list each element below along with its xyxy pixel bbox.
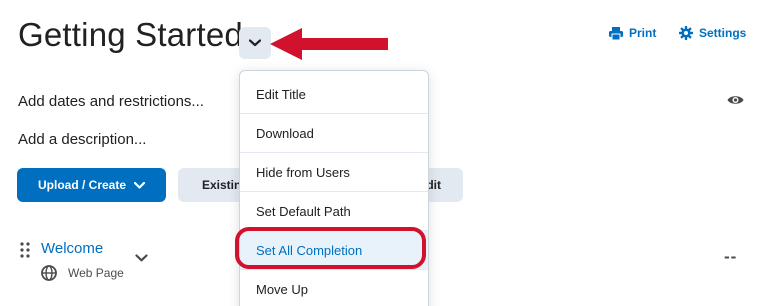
upload-create-label: Upload / Create (37, 178, 127, 192)
eye-icon[interactable] (727, 94, 744, 106)
settings-label: Settings (699, 26, 747, 40)
settings-button[interactable]: Settings (679, 26, 746, 40)
drag-handle-icon[interactable] (20, 242, 30, 258)
annotation-arrow (270, 28, 388, 60)
add-dates-link[interactable]: Add dates and restrictions... (18, 93, 204, 110)
menu-item-download[interactable]: Download (240, 114, 428, 153)
topic-type-label: Web Page (68, 266, 124, 280)
chevron-down-icon (134, 181, 146, 189)
menu-item-move-up[interactable]: Move Up (240, 270, 428, 306)
chevron-down-icon[interactable] (135, 254, 148, 262)
menu-item-hide-from-users[interactable]: Hide from Users (240, 153, 428, 192)
completion-status: -- (724, 247, 738, 266)
chevron-down-icon (249, 39, 261, 47)
annotation-highlight (235, 227, 426, 269)
menu-item-edit-title[interactable]: Edit Title (240, 75, 428, 114)
print-label: Print (629, 26, 657, 40)
print-icon (609, 27, 623, 40)
print-button[interactable]: Print (609, 26, 656, 40)
title-options-menu: Edit Title Download Hide from Users Set … (239, 70, 429, 306)
page-title: Getting Started (18, 16, 243, 53)
upload-create-button[interactable]: Upload / Create (17, 168, 166, 202)
gear-icon (679, 26, 693, 40)
add-description-link[interactable]: Add a description... (18, 131, 146, 148)
menu-item-set-default-path[interactable]: Set Default Path (240, 192, 428, 231)
globe-icon (41, 265, 57, 281)
topic-title-link[interactable]: Welcome (41, 240, 103, 257)
title-options-button[interactable] (239, 27, 271, 59)
